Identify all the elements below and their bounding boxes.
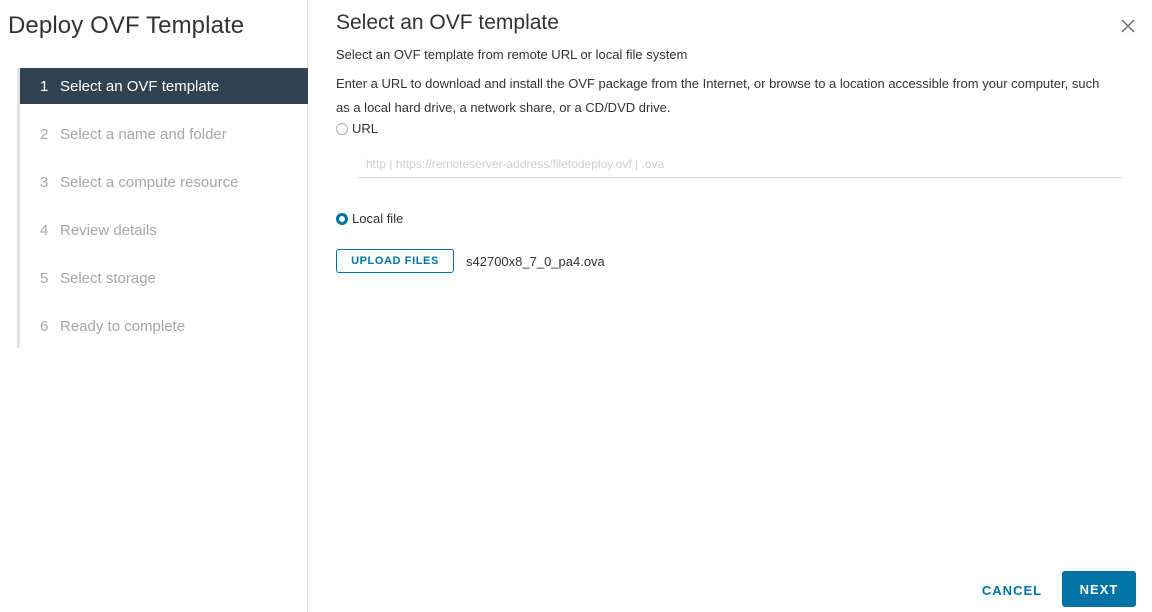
url-input[interactable] <box>358 150 1122 178</box>
page-subtitle: Select an OVF template from remote URL o… <box>336 47 688 62</box>
step-select-ovf-template[interactable]: 1 Select an OVF template <box>20 68 308 104</box>
url-radio-option[interactable]: URL <box>336 121 378 136</box>
wizard-sidebar: Deploy OVF Template 1 Select an OVF temp… <box>0 0 308 612</box>
step-number: 3 <box>40 173 49 191</box>
selected-file-name: s42700x8_7_0_pa4.ova <box>466 254 605 269</box>
page-description: Enter a URL to download and install the … <box>336 76 1100 115</box>
local-file-radio[interactable] <box>336 212 348 225</box>
next-button[interactable]: NEXT <box>1062 571 1136 607</box>
step-label: Select an OVF template <box>60 77 220 95</box>
local-file-radio-option[interactable]: Local file <box>336 211 403 226</box>
cancel-button[interactable]: CANCEL <box>972 572 1052 608</box>
close-button[interactable] <box>1116 14 1140 38</box>
step-number: 1 <box>40 77 49 95</box>
page-title: Select an OVF template <box>336 11 559 34</box>
step-ready-to-complete: 6 Ready to complete <box>20 308 308 344</box>
url-radio[interactable] <box>336 122 348 135</box>
step-label: Select a compute resource <box>60 173 239 191</box>
step-number: 4 <box>40 221 49 239</box>
deploy-ovf-wizard: Deploy OVF Template 1 Select an OVF temp… <box>0 0 1152 612</box>
close-icon <box>1121 19 1135 33</box>
step-number: 2 <box>40 125 49 143</box>
upload-files-button[interactable]: UPLOAD FILES <box>336 249 454 273</box>
wizard-steps: 1 Select an OVF template 2 Select a name… <box>20 68 308 356</box>
step-label: Select a name and folder <box>60 125 227 143</box>
local-file-radio-label: Local file <box>352 211 404 226</box>
step-select-compute-resource: 3 Select a compute resource <box>20 164 308 200</box>
step-number: 6 <box>40 317 49 335</box>
step-select-name-folder: 2 Select a name and folder <box>20 116 308 152</box>
url-radio-label: URL <box>352 121 379 136</box>
step-label: Ready to complete <box>60 317 186 335</box>
wizard-title: Deploy OVF Template <box>8 12 245 39</box>
step-select-storage: 5 Select storage <box>20 260 308 296</box>
step-label: Review details <box>60 221 157 239</box>
wizard-content: Select an OVF template Select an OVF tem… <box>308 0 1152 612</box>
step-label: Select storage <box>60 269 156 287</box>
step-number: 5 <box>40 269 49 287</box>
step-review-details: 4 Review details <box>20 212 308 248</box>
